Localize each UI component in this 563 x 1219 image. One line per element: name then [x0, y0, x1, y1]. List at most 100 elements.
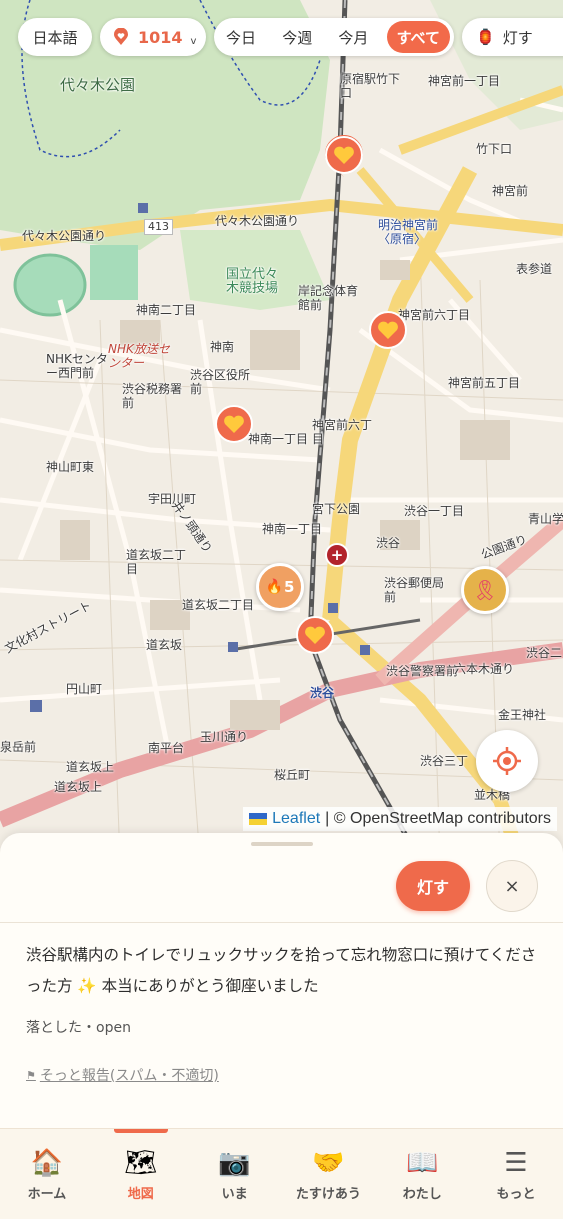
map-label: 道玄坂上 — [66, 760, 115, 774]
heart-marker-selected[interactable] — [292, 613, 338, 659]
nav-home[interactable]: 🏠 ホーム — [0, 1129, 94, 1219]
map-label: 神南一丁目 — [262, 522, 323, 536]
period-today[interactable]: 今日 — [218, 21, 264, 53]
hospital-icon: + — [325, 543, 349, 567]
handshake-icon: 🤝 — [312, 1148, 345, 1178]
nav-label: もっと — [496, 1187, 536, 1202]
house-icon: 🏠 — [30, 1148, 64, 1178]
heart-marker[interactable] — [211, 402, 257, 448]
language-label: 日本語 — [32, 28, 78, 47]
map-label: 竹下口 — [476, 142, 513, 156]
map-label: 代々木公園通り — [22, 229, 107, 243]
map-label: 岸記念体育館前 — [298, 284, 359, 312]
light-filter-label: 灯す — [502, 28, 533, 47]
map-label: 原宿駅竹下口 — [340, 72, 401, 100]
pin-count: 1014 — [138, 27, 183, 47]
heart-marker[interactable] — [365, 308, 411, 354]
light-filter-button[interactable]: 🏮 灯す — [462, 18, 563, 56]
period-month[interactable]: 今月 — [330, 21, 376, 53]
map-label: NHK放送センター — [108, 342, 170, 370]
nav-label: いま — [221, 1187, 248, 1202]
map-label: 泉岳前 — [0, 740, 37, 754]
map-label: 神南一丁目 — [248, 432, 309, 446]
nav-now[interactable]: 📷 いま — [188, 1129, 282, 1219]
report-label: そっと報告(スパム・不適切) — [39, 1068, 219, 1084]
crosshair-icon — [493, 747, 521, 775]
map-label: 道玄坂 — [146, 638, 183, 652]
heart-pin-icon — [114, 28, 128, 45]
map-label: 神南 — [210, 340, 235, 354]
station-label: 明治神宮前〈原宿〉 — [378, 218, 439, 246]
map-label: 代々木公園通り — [215, 214, 300, 228]
map-label: 神宮前 — [492, 184, 529, 198]
post-meta: 落とした・open — [26, 1020, 131, 1036]
lantern-icon: 🏮 — [476, 28, 495, 46]
map-label: 神宮前六丁目 — [312, 418, 373, 446]
cluster-count: 5 — [284, 578, 295, 596]
nav-more[interactable]: ☰ もっと — [469, 1129, 563, 1219]
leaflet-link[interactable]: Leaflet — [272, 810, 320, 828]
map-label: 渋谷一丁目 — [404, 504, 465, 518]
nav-help[interactable]: 🤝 たすけあう — [281, 1129, 375, 1219]
map-label: 渋谷 — [376, 536, 401, 550]
map-label: 六本木通り — [454, 662, 515, 676]
map-label: 渋谷区役所前 — [190, 368, 251, 396]
divider — [0, 922, 563, 923]
map-label: 神宮前一丁目 — [428, 74, 501, 88]
route-sign: 413 — [144, 219, 173, 235]
nav-label: 地図 — [127, 1187, 154, 1202]
chevron-down-icon: v — [190, 35, 197, 47]
language-button[interactable]: 日本語 — [18, 18, 92, 56]
report-link[interactable]: ⚑ そっと報告(スパム・不適切) — [26, 1065, 219, 1085]
flag-icon: ⚑ — [26, 1068, 36, 1082]
menu-icon: ☰ — [504, 1148, 528, 1178]
locate-me-button[interactable] — [476, 730, 538, 792]
station-label: 渋谷 — [310, 686, 335, 700]
nav-map[interactable]: 🗺 地図 — [94, 1129, 188, 1219]
camera-icon: 📷 — [218, 1148, 251, 1178]
book-icon: 📖 — [406, 1148, 439, 1178]
cluster-marker[interactable]: 🔥 5 — [256, 563, 304, 611]
fire-icon: 🔥 — [265, 579, 283, 595]
close-button[interactable]: × — [486, 860, 538, 912]
map-label: 金王神社 — [498, 708, 547, 722]
map-label: 南平台 — [148, 741, 185, 755]
post-text: 渋谷駅構内のトイレでリュックサックを拾って忘れ物窓口に預けてくださった方 ✨ 本… — [26, 946, 537, 995]
map-label: 代々木公園 — [60, 76, 136, 94]
nav-label: ホーム — [27, 1187, 67, 1202]
map-label: 国立代々木競技場 — [226, 267, 279, 296]
map-attribution: Leaflet | © OpenStreetMap contributors — [243, 807, 557, 831]
sheet-drag-handle[interactable] — [251, 842, 313, 846]
map-label: NHKセンター西門前 — [46, 352, 108, 380]
pin-count-dropdown[interactable]: 1014 v — [100, 18, 206, 56]
nav-label: たすけあう — [295, 1187, 361, 1202]
map-label: 玉川通り — [200, 730, 249, 744]
period-week[interactable]: 今週 — [274, 21, 320, 53]
nav-label: わたし — [402, 1187, 442, 1202]
map-label: 宮下公園 — [312, 502, 361, 516]
map-label: 円山町 — [66, 682, 103, 696]
light-button[interactable]: 灯す — [396, 861, 470, 911]
ribbon-marker[interactable]: 🎗 — [461, 566, 509, 614]
heart-marker[interactable] — [321, 133, 367, 179]
map-label: 神山町東 — [46, 460, 95, 474]
map-label: 渋谷警察署前 — [386, 664, 459, 678]
ribbon-icon: 🎗 — [472, 578, 498, 602]
map-label: 渋谷税務署前 — [122, 382, 183, 410]
map-label: 桜丘町 — [274, 768, 311, 782]
map-label: 神宮前五丁目 — [448, 376, 521, 390]
osm-attribution[interactable]: | © OpenStreetMap contributors — [325, 810, 551, 828]
nav-me[interactable]: 📖 わたし — [375, 1129, 469, 1219]
map-label: 道玄坂上 — [54, 780, 103, 794]
map-view[interactable]: 代々木公園 原宿駅竹下口 神宮前一丁目 竹下口 神宮前 代々木公園通り 代々木公… — [0, 0, 563, 860]
map-label: 表参道 — [516, 262, 553, 276]
post-detail-sheet: 灯す × 渋谷駅構内のトイレでリュックサックを拾って忘れ物窓口に預けてくださった… — [0, 833, 563, 1128]
map-label: 渋谷三丁 — [420, 754, 469, 768]
map-label: 渋谷二 — [526, 646, 563, 660]
map-label: 道玄坂二丁目 — [182, 598, 255, 612]
period-all[interactable]: すべて — [386, 21, 450, 53]
map-label: 道玄坂二丁目 — [126, 548, 187, 576]
world-map-icon: 🗺 — [124, 1148, 158, 1178]
ukraine-flag-icon — [249, 813, 268, 825]
bottom-nav: 🏠 ホーム 🗺 地図 📷 いま 🤝 たすけあう 📖 わたし ☰ もっと — [0, 1128, 563, 1219]
